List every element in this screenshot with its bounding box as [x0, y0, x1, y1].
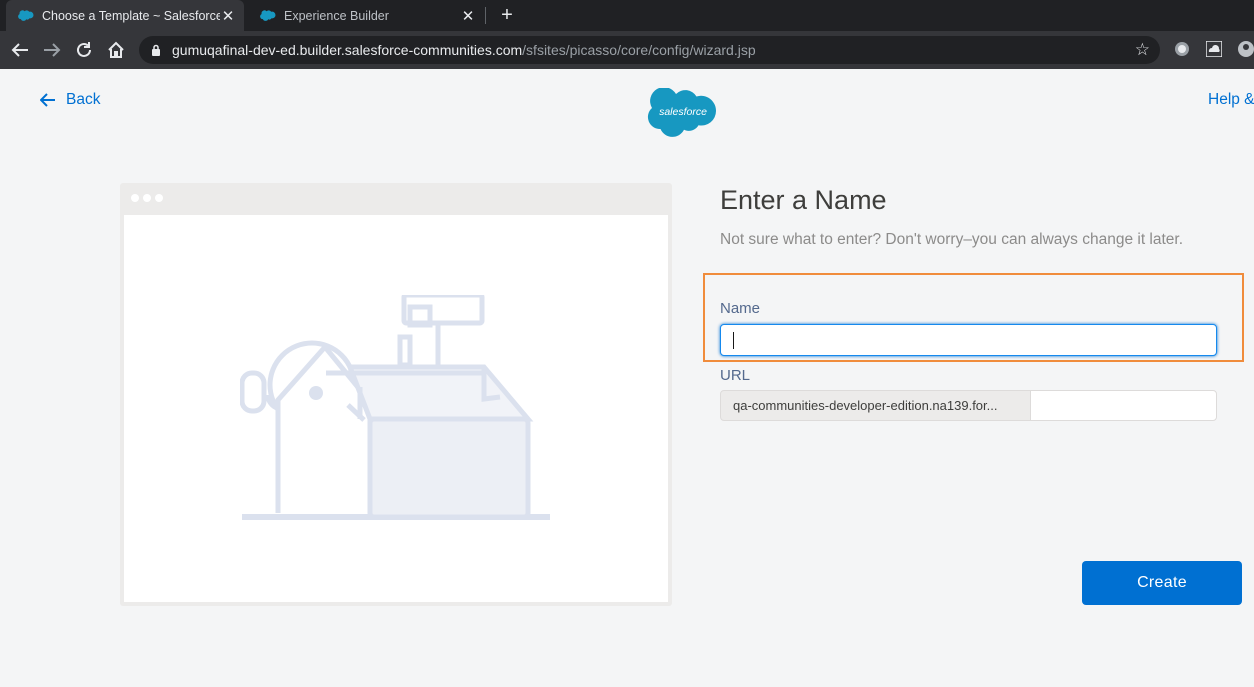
- url-host: gumuqafinal-dev-ed.builder.salesforce-co…: [172, 42, 523, 58]
- name-input[interactable]: [720, 324, 1217, 356]
- window-dot: [143, 194, 151, 202]
- back-link[interactable]: Back: [40, 91, 100, 109]
- url-path: /sfsites/picasso/core/config/wizard.jsp: [522, 42, 756, 58]
- create-button[interactable]: Create: [1082, 561, 1242, 605]
- back-arrow-icon[interactable]: [9, 39, 31, 61]
- url-text: gumuqafinal-dev-ed.builder.salesforce-co…: [172, 42, 756, 58]
- url-suffix-input[interactable]: [1030, 390, 1217, 421]
- bookmark-star-icon[interactable]: ☆: [1135, 41, 1150, 58]
- extension-circle-icon[interactable]: [1174, 41, 1190, 57]
- preview-canvas: [124, 215, 668, 602]
- tab-choose-template[interactable]: Choose a Template ~ Salesforce - ✕: [6, 0, 244, 31]
- close-tab-icon[interactable]: ✕: [460, 8, 476, 25]
- salesforce-favicon-icon: [260, 10, 276, 21]
- close-tab-icon[interactable]: ✕: [220, 8, 236, 25]
- template-preview: [120, 183, 672, 606]
- window-dot: [131, 194, 139, 202]
- reload-icon[interactable]: [73, 39, 95, 61]
- arrow-left-icon: [40, 93, 55, 107]
- window-dot: [155, 194, 163, 202]
- tab-title: Experience Builder: [284, 8, 389, 23]
- address-bar[interactable]: gumuqafinal-dev-ed.builder.salesforce-co…: [139, 36, 1160, 64]
- back-label: Back: [66, 91, 101, 108]
- lock-icon: [152, 44, 160, 56]
- salesforce-logo: salesforce: [647, 88, 717, 137]
- forward-arrow-icon[interactable]: [41, 39, 63, 61]
- name-label: Name: [720, 300, 761, 317]
- home-icon[interactable]: [105, 39, 127, 61]
- profile-avatar-icon[interactable]: [1238, 41, 1254, 57]
- salesforce-favicon-icon: [18, 10, 34, 21]
- window-dots: [131, 194, 163, 202]
- tab-separator: [485, 7, 486, 24]
- tab-title: Choose a Template ~ Salesforce -: [42, 8, 220, 23]
- text-caret: [733, 332, 734, 349]
- extension-cloud-icon[interactable]: [1206, 41, 1222, 57]
- url-prefix: qa-communities-developer-edition.na139.f…: [720, 390, 1031, 421]
- new-tab-icon[interactable]: +: [497, 5, 517, 25]
- url-label: URL: [720, 367, 751, 384]
- browser-toolbar: gumuqafinal-dev-ed.builder.salesforce-co…: [0, 31, 1254, 69]
- page-subtitle: Not sure what to enter? Don't worry–you …: [720, 231, 1184, 248]
- tab-experience-builder[interactable]: Experience Builder ✕: [248, 0, 484, 31]
- create-button-label: Create: [1137, 574, 1187, 591]
- browser-tabstrip: Choose a Template ~ Salesforce - ✕ Exper…: [0, 0, 1254, 31]
- page-title: Enter a Name: [720, 185, 887, 215]
- logo-text: salesforce: [659, 106, 707, 118]
- toolbox-illustration: [240, 295, 550, 520]
- help-link[interactable]: Help &: [1208, 91, 1254, 109]
